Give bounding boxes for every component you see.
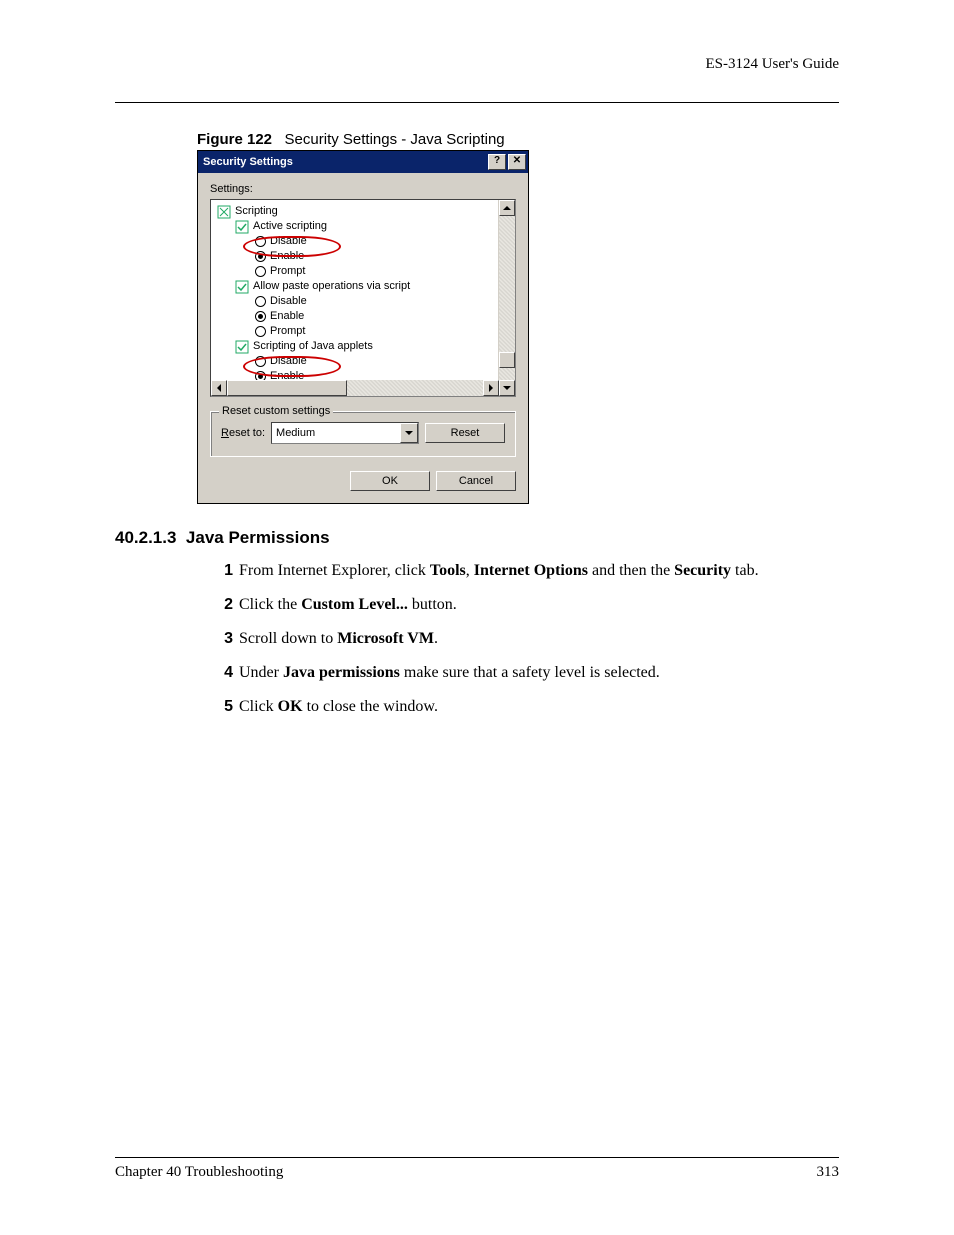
fieldset-legend: Reset custom settings: [219, 405, 333, 417]
settings-tree[interactable]: Scripting Active scripting Disable Enabl…: [210, 199, 516, 397]
scripting-icon: [235, 340, 249, 354]
step-number: 1: [215, 560, 233, 582]
radio-option[interactable]: Prompt: [217, 264, 515, 279]
radio-icon: [255, 236, 266, 247]
page-footer: Chapter 40 Troubleshooting 313: [115, 1157, 839, 1181]
radio-icon: [255, 296, 266, 307]
scripting-icon: [217, 205, 231, 219]
reset-to-label: Reset to:: [221, 427, 265, 439]
reset-custom-settings-group: Reset custom settings Reset to: Medium R…: [210, 411, 516, 457]
scroll-up-button[interactable]: [499, 200, 515, 216]
scrollbar-thumb[interactable]: [227, 380, 347, 396]
horizontal-scrollbar[interactable]: [211, 380, 499, 396]
radio-option[interactable]: Prompt: [217, 324, 515, 339]
tree-label: Scripting: [235, 204, 278, 219]
cancel-button[interactable]: Cancel: [436, 471, 516, 491]
radio-option[interactable]: Disable: [217, 354, 515, 369]
tree-label: Scripting of Java applets: [253, 339, 373, 354]
combo-value: Medium: [276, 427, 315, 439]
radio-icon: [255, 326, 266, 337]
tree-label: Allow paste operations via script: [253, 279, 410, 294]
scripting-icon: [235, 280, 249, 294]
scripting-icon: [235, 220, 249, 234]
ok-button[interactable]: OK: [350, 471, 430, 491]
scroll-left-button[interactable]: [211, 380, 227, 396]
reset-to-combo[interactable]: Medium: [271, 422, 419, 444]
figure-caption-text: Security Settings - Java Scripting: [285, 131, 505, 148]
radio-icon: [255, 311, 266, 322]
header-guide: ES-3124 User's Guide: [705, 56, 839, 73]
step-text: Under Java permissions make sure that a …: [239, 662, 660, 684]
footer-chapter: Chapter 40 Troubleshooting: [115, 1164, 817, 1181]
tree-group-active-scripting: Active scripting: [217, 219, 515, 234]
list-item: 3 Scroll down to Microsoft VM.: [215, 628, 839, 650]
dialog-title: Security Settings: [203, 156, 486, 168]
ordered-steps: 1 From Internet Explorer, click Tools, I…: [115, 560, 839, 718]
list-item: 4 Under Java permissions make sure that …: [215, 662, 839, 684]
list-item: 2 Click the Custom Level... button.: [215, 594, 839, 616]
step-text: Scroll down to Microsoft VM.: [239, 628, 438, 650]
help-button[interactable]: ?: [488, 154, 506, 170]
step-text: From Internet Explorer, click Tools, Int…: [239, 560, 759, 582]
settings-label: Settings:: [210, 183, 516, 195]
step-number: 5: [215, 696, 233, 718]
combo-dropdown-button[interactable]: [400, 423, 418, 443]
radio-option[interactable]: Enable: [217, 249, 515, 264]
dialog-titlebar: Security Settings ? ✕: [198, 151, 528, 173]
figure-caption: Figure 122 Security Settings - Java Scri…: [197, 131, 839, 148]
radio-icon: [255, 266, 266, 277]
scrollbar-thumb[interactable]: [499, 352, 515, 368]
step-number: 4: [215, 662, 233, 684]
footer-page-number: 313: [817, 1164, 840, 1181]
security-settings-dialog: Security Settings ? ✕ Settings: Scriptin…: [197, 150, 529, 504]
footer-rule: [115, 1157, 839, 1158]
scroll-right-button[interactable]: [483, 380, 499, 396]
step-number: 3: [215, 628, 233, 650]
radio-option[interactable]: Enable: [217, 309, 515, 324]
step-text: Click the Custom Level... button.: [239, 594, 457, 616]
tree-label: Active scripting: [253, 219, 327, 234]
figure-label: Figure 122: [197, 131, 272, 148]
radio-icon: [255, 251, 266, 262]
step-text: Click OK to close the window.: [239, 696, 438, 718]
section-title: Java Permissions: [186, 528, 330, 547]
section-heading: 40.2.1.3 Java Permissions: [115, 528, 839, 548]
scroll-down-button[interactable]: [499, 380, 515, 396]
vertical-scrollbar[interactable]: [498, 200, 515, 396]
radio-option[interactable]: Disable: [217, 294, 515, 309]
list-item: 1 From Internet Explorer, click Tools, I…: [215, 560, 839, 582]
section-number: 40.2.1.3: [115, 528, 176, 547]
list-item: 5 Click OK to close the window.: [215, 696, 839, 718]
tree-group-java-applets: Scripting of Java applets: [217, 339, 515, 354]
reset-button[interactable]: Reset: [425, 423, 505, 443]
step-number: 2: [215, 594, 233, 616]
tree-group-allow-paste: Allow paste operations via script: [217, 279, 515, 294]
header-rule: [115, 102, 839, 103]
radio-icon: [255, 356, 266, 367]
tree-category-scripting: Scripting: [217, 204, 515, 219]
radio-option[interactable]: Disable: [217, 234, 515, 249]
close-button[interactable]: ✕: [508, 154, 526, 170]
